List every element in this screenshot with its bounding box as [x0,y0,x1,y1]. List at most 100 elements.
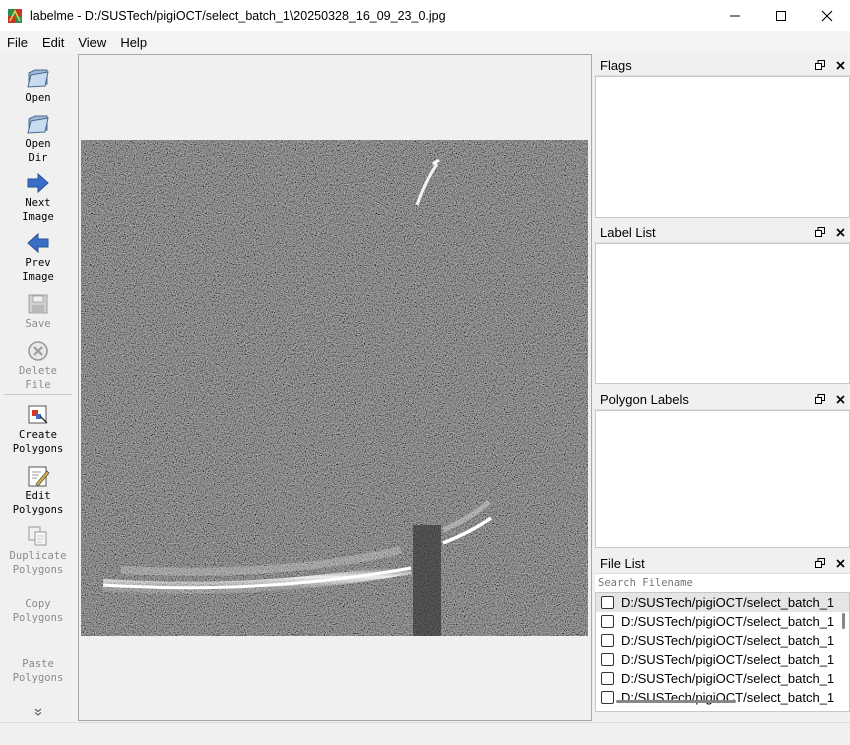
polygon-labels-close-button[interactable] [834,391,846,407]
flags-dock-header: Flags [594,55,850,76]
paste-polygons-label: Paste Polygons [12,658,64,684]
file-checkbox[interactable] [601,653,614,666]
open-dir-button[interactable]: Open Dir [0,112,76,165]
file-checkbox[interactable] [601,596,614,609]
file-list-close-button[interactable] [834,555,846,571]
oct-image [81,140,588,636]
file-path: D:/SUSTech/pigiOCT/select_batch_1\2 [621,614,834,629]
create-polygons-button[interactable]: Create Polygons [0,403,76,456]
file-list-item[interactable]: D:/SUSTech/pigiOCT/select_batch_1\2 [596,593,849,612]
menu-bar: File Edit View Help [0,31,850,54]
label-list-float-button[interactable] [814,224,826,240]
file-list-item[interactable]: D:/SUSTech/pigiOCT/select_batch_1\2 [596,669,849,688]
prev-image-button[interactable]: Prev Image [0,231,76,284]
minimize-icon [730,15,740,16]
file-path: D:/SUSTech/pigiOCT/select_batch_1\2 [621,595,834,610]
label-list-dock-title: Label List [600,224,656,240]
title-bar: labelme - D:/SUSTech/pigiOCT/select_batc… [0,0,850,31]
save-disk-icon [28,294,48,314]
polygon-labels-dock-header: Polygon Labels [594,389,850,410]
create-polygons-label: Create Polygons [12,429,64,455]
paste-polygons-button[interactable]: Paste Polygons [0,657,76,685]
file-list[interactable]: D:/SUSTech/pigiOCT/select_batch_1\2 D:/S… [595,592,850,712]
file-list-item[interactable]: D:/SUSTech/pigiOCT/select_batch_1\2 [596,631,849,650]
file-path: D:/SUSTech/pigiOCT/select_batch_1\2 [621,652,834,667]
duplicate-polygons-label: Duplicate Polygons [9,550,67,576]
edit-polygons-label: Edit Polygons [12,490,64,516]
labelme-app-icon [8,8,22,23]
toolbar-separator [4,394,72,395]
close-icon [835,558,845,568]
delete-file-label: Delete File [19,365,57,391]
window-title: labelme - D:/SUSTech/pigiOCT/select_batc… [30,8,446,23]
flags-close-button[interactable] [834,57,846,73]
label-list-dock: Label List [594,222,850,384]
polygon-labels-float-button[interactable] [814,391,826,407]
file-checkbox[interactable] [601,691,614,704]
file-list-dock-header: File List [594,553,850,574]
maximize-icon [776,10,786,21]
file-path: D:/SUSTech/pigiOCT/select_batch_1\2 [621,671,834,686]
float-window-icon [815,60,825,70]
file-path: D:/SUSTech/pigiOCT/select_batch_1\2 [621,633,834,648]
file-list-item[interactable]: D:/SUSTech/pigiOCT/select_batch_1\2 [596,688,849,707]
flags-dock-title: Flags [600,57,632,73]
edit-pencil-icon [28,466,50,487]
close-icon [835,227,845,237]
open-dir-icon [27,115,49,134]
minimize-button[interactable] [712,0,758,31]
flags-float-button[interactable] [814,57,826,73]
arrow-right-icon [27,172,49,194]
save-button[interactable]: Save [0,292,76,331]
left-toolbar: Open Open Dir Next Image Prev Image Save [0,56,76,721]
open-folder-icon [27,69,49,88]
label-list-close-button[interactable] [834,224,846,240]
file-list-horizontal-scrollbar[interactable] [616,700,736,703]
menu-help[interactable]: Help [113,31,154,54]
arrow-left-icon [27,232,49,254]
close-icon [821,10,833,21]
menu-edit[interactable]: Edit [35,31,71,54]
file-checkbox[interactable] [601,615,614,628]
file-checkbox[interactable] [601,634,614,647]
prev-image-label: Prev Image [22,257,54,283]
file-checkbox[interactable] [601,672,614,685]
close-button[interactable] [804,0,850,31]
duplicate-polygons-button[interactable]: Duplicate Polygons [0,524,76,577]
chevron-down-icon [34,708,42,716]
save-label: Save [25,318,51,330]
copy-polygons-label: Copy Polygons [12,598,64,624]
float-window-icon [815,227,825,237]
label-list[interactable] [595,243,850,384]
flags-dock: Flags [594,55,850,218]
maximize-button[interactable] [758,0,804,31]
status-bar [0,722,850,745]
close-icon [835,394,845,404]
polygon-labels-dock: Polygon Labels [594,389,850,548]
search-filename-input[interactable] [595,574,850,592]
flags-list[interactable] [595,76,850,218]
next-image-label: Next Image [22,197,54,223]
edit-polygons-button[interactable]: Edit Polygons [0,464,76,517]
image-canvas[interactable] [78,54,592,721]
file-list-vertical-scrollbar[interactable] [842,613,845,629]
menu-file[interactable]: File [0,31,35,54]
copy-polygons-button[interactable]: Copy Polygons [0,597,76,625]
float-window-icon [815,394,825,404]
close-icon [835,60,845,70]
delete-file-button[interactable]: Delete File [0,339,76,392]
next-image-button[interactable]: Next Image [0,171,76,224]
file-list-float-button[interactable] [814,555,826,571]
create-polygon-icon [28,405,48,424]
menu-view[interactable]: View [71,31,113,54]
polygon-labels-dock-title: Polygon Labels [600,391,689,407]
file-list-dock-title: File List [600,555,645,571]
file-list-item[interactable]: D:/SUSTech/pigiOCT/select_batch_1\2 [596,650,849,669]
file-list-item[interactable]: D:/SUSTech/pigiOCT/select_batch_1\2 [596,612,849,631]
delete-circle-icon [28,341,48,361]
file-list-dock: File List D:/SUSTech/pigiOCT/select_batc… [594,553,850,712]
open-button[interactable]: Open [0,66,76,105]
toolbar-more-chevron-icon[interactable] [0,708,76,719]
label-list-dock-header: Label List [594,222,850,243]
polygon-labels-list[interactable] [595,410,850,548]
